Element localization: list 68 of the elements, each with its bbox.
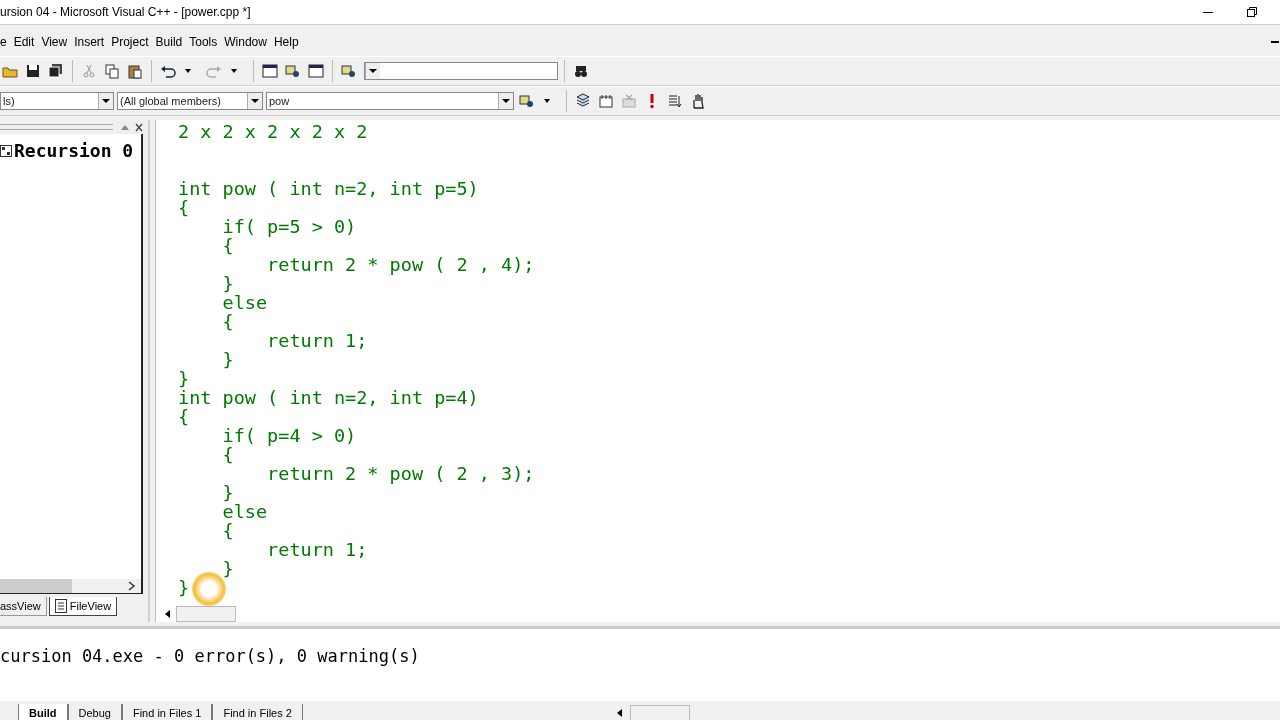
code-line: int pow ( int n=2, int p=4)	[178, 388, 479, 407]
restore-icon[interactable]	[1246, 6, 1258, 18]
code-line: if( p=5 > 0)	[221, 217, 357, 236]
paste-icon[interactable]	[127, 63, 143, 79]
code-line: }	[178, 369, 190, 388]
dropdown-arrow-icon[interactable]	[502, 98, 510, 104]
code-line: return 2 * pow ( 2 , 4);	[266, 255, 535, 274]
code-line: {	[221, 521, 234, 540]
menu-item[interactable]: Project	[107, 35, 153, 49]
code-line: {	[221, 445, 234, 464]
code-line: else	[221, 502, 268, 521]
code-line: return 2 * pow ( 2 , 3);	[266, 464, 535, 483]
window-title: ursion 04 - Microsoft Visual C++ - [power.cpp *]	[0, 5, 251, 19]
code-line: }	[221, 483, 234, 502]
stacked-disks-icon[interactable]	[48, 63, 64, 79]
tree-item[interactable]: Recursion 0	[14, 140, 134, 161]
code-line: 2 x 2 x 2 x 2 x 2	[178, 122, 368, 141]
dropdown-arrow-icon[interactable]	[102, 98, 110, 104]
find-field[interactable]	[364, 62, 558, 80]
code-line: return 1;	[266, 331, 368, 350]
menu-item[interactable]: View	[37, 35, 72, 49]
code-line: }	[221, 350, 234, 369]
class-combo[interactable]: ls)	[0, 92, 114, 110]
code-line: return 1;	[266, 540, 368, 559]
code-line: int pow ( int n=2, int p=5)	[178, 179, 479, 198]
binoculars-icon[interactable]	[573, 63, 589, 79]
code-line: }	[178, 578, 190, 597]
code-line: {	[221, 236, 234, 255]
menu-item[interactable]: Build	[151, 35, 187, 49]
output-tab[interactable]: Debug	[67, 703, 122, 720]
dropdown-arrow-icon[interactable]	[251, 98, 259, 104]
code-line: else	[221, 293, 268, 312]
window-icon[interactable]	[308, 63, 324, 79]
menu-item[interactable]: Help	[269, 35, 303, 49]
menu-item[interactable]: Edit	[9, 35, 39, 49]
horizontal-scrollbar[interactable]	[0, 579, 141, 593]
cursor-highlight	[192, 572, 226, 606]
output-text: cursion 04.exe - 0 error(s), 0 warning(s)	[0, 645, 421, 666]
filter-combo[interactable]: (All global members)	[117, 92, 263, 110]
workspace-tab[interactable]: FileView	[48, 597, 118, 616]
code-line: {	[178, 198, 190, 217]
copy-icon[interactable]	[104, 63, 120, 79]
menu-item[interactable]: Insert	[70, 35, 109, 49]
menu-item[interactable]: Tools	[185, 35, 222, 49]
scroll-left-icon[interactable]	[616, 708, 624, 718]
code-line: }	[221, 274, 234, 293]
list-icon[interactable]	[667, 93, 683, 109]
scroll-left-icon[interactable]	[164, 609, 172, 619]
workspace-tab[interactable]: assView	[0, 597, 47, 616]
code-line: if( p=4 > 0)	[221, 426, 357, 445]
member-combo[interactable]: pow	[266, 92, 514, 110]
output-tab[interactable]: Find in Files 1	[121, 703, 213, 720]
code-line: }	[221, 559, 234, 578]
document-icon	[54, 599, 67, 613]
code-line: {	[221, 312, 234, 331]
close-icon[interactable]	[133, 121, 145, 133]
menu-item[interactable]: Window	[220, 35, 271, 49]
code-line: {	[178, 407, 190, 426]
window-icon[interactable]	[262, 63, 278, 79]
scroll-right-icon[interactable]	[128, 581, 136, 591]
output-tab[interactable]: Find in Files 2	[212, 703, 303, 720]
output-tab[interactable]: Build	[18, 703, 68, 720]
undo-icon[interactable]	[160, 63, 176, 79]
horizontal-scrollbar[interactable]	[164, 606, 236, 622]
dropdown-arrow-icon[interactable]	[369, 68, 377, 74]
stack-icon[interactable]	[575, 93, 591, 109]
menu-item[interactable]: e	[0, 35, 11, 49]
horizontal-scrollbar[interactable]	[616, 705, 690, 720]
